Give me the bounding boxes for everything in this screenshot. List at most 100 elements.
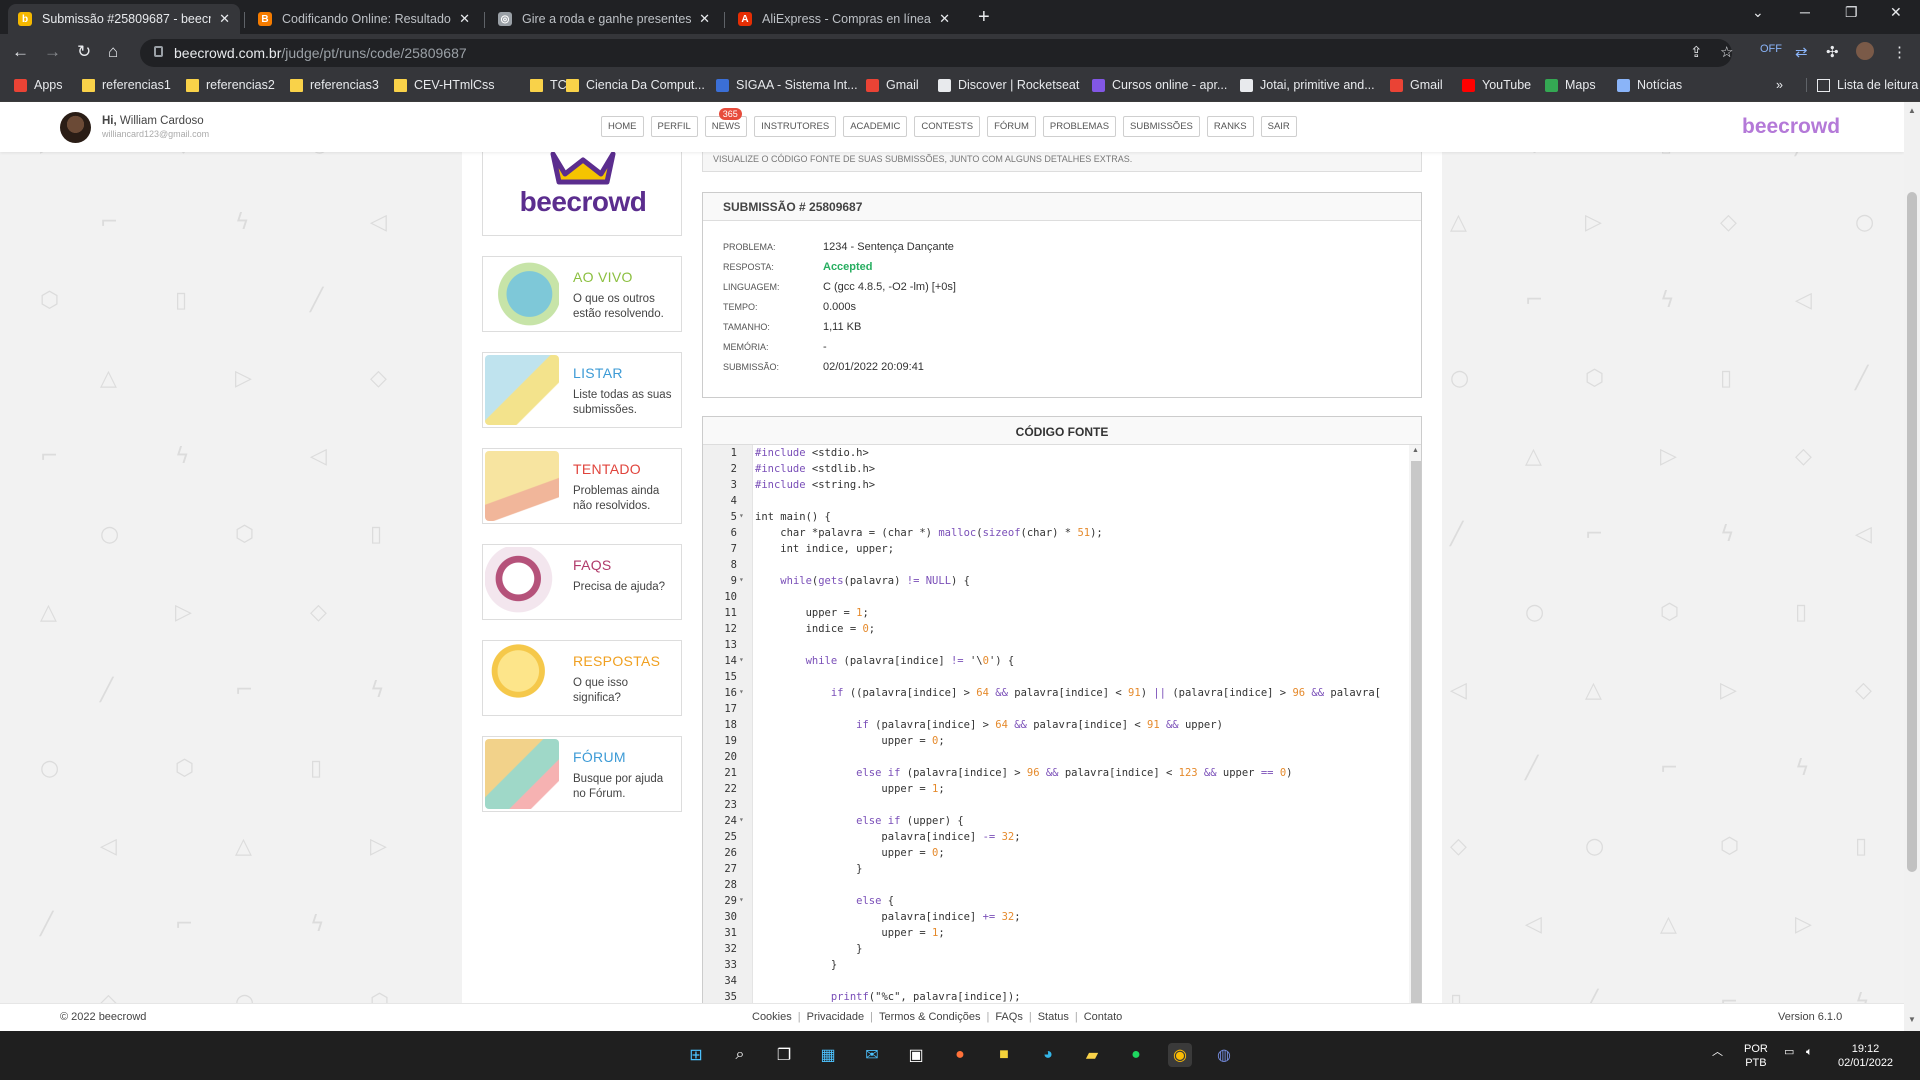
store-icon[interactable]: ▣: [904, 1043, 928, 1067]
nav-news[interactable]: NEWS 365: [704, 108, 748, 137]
fold-arrow-icon[interactable]: ▾: [739, 895, 744, 904]
nav-instrutores[interactable]: INSTRUTORES: [754, 116, 837, 137]
bookmark-0[interactable]: Apps: [14, 78, 63, 92]
bookmark-11[interactable]: Jotai, primitive and...: [1240, 78, 1375, 92]
mail-icon[interactable]: ✉: [860, 1043, 884, 1067]
menu-kebab-icon[interactable]: ⋮: [1892, 43, 1907, 61]
nav-submissões[interactable]: SUBMISSÕES: [1123, 116, 1200, 137]
spotify-icon[interactable]: ●: [1124, 1043, 1148, 1067]
nav-ranks[interactable]: RANKS: [1206, 116, 1254, 137]
language-indicator[interactable]: POR PTB: [1744, 1042, 1768, 1070]
fold-arrow-icon[interactable]: ▾: [739, 511, 744, 520]
bookmark-7[interactable]: SIGAA - Sistema Int...: [716, 78, 858, 92]
bookmark-14[interactable]: Maps: [1545, 78, 1596, 92]
home-icon[interactable]: ⌂: [108, 42, 118, 62]
footer-link-status[interactable]: Status: [1038, 1011, 1069, 1023]
sticky-notes-icon[interactable]: ■: [992, 1043, 1016, 1067]
fold-arrow-icon[interactable]: ▾: [739, 655, 744, 664]
nav-problemas[interactable]: PROBLEMAS: [1042, 116, 1117, 137]
browser-tab-1[interactable]: B Codificando Online: Resultados d ✕: [248, 4, 480, 34]
nav-fórum[interactable]: FÓRUM: [987, 116, 1036, 137]
bookmark-10[interactable]: Cursos online - apr...: [1092, 78, 1227, 92]
sidebar-logo[interactable]: beecrowd: [482, 151, 682, 236]
nav-home[interactable]: HOME: [601, 116, 644, 137]
page-scroll-down-icon[interactable]: ▼: [1908, 1015, 1916, 1024]
sidebar-item-fórum[interactable]: FÓRUM Busque por ajuda no Fórum.: [482, 736, 682, 812]
footer-link-faqs[interactable]: FAQs: [995, 1011, 1023, 1023]
footer-link-contato[interactable]: Contato: [1084, 1011, 1123, 1023]
editor-scrollbar[interactable]: ▲: [1409, 445, 1421, 1031]
page-scroll-thumb[interactable]: [1907, 192, 1917, 872]
profile-avatar-icon[interactable]: [1856, 42, 1874, 60]
browser-tab-0[interactable]: b Submissão #25809687 - beecrowd ✕: [8, 4, 240, 34]
fold-arrow-icon[interactable]: ▾: [739, 687, 744, 696]
extension-off-icon[interactable]: OFF: [1760, 43, 1782, 55]
bookmark-1[interactable]: referencias1: [82, 78, 171, 92]
tab-close-icon[interactable]: ✕: [219, 11, 230, 27]
editor-scroll-thumb[interactable]: [1411, 461, 1421, 1021]
firefox-icon[interactable]: ●: [948, 1043, 972, 1067]
browser-tab-2[interactable]: ◎ Gire a roda e ganhe presentes! C ✕: [488, 4, 720, 34]
avatar[interactable]: [60, 112, 91, 143]
volume-icon[interactable]: 🔈︎: [1806, 1045, 1813, 1059]
sidebar-item-tentado[interactable]: TENTADO Problemas ainda não resolvidos.: [482, 448, 682, 524]
tab-close-icon[interactable]: ✕: [459, 11, 470, 27]
bookmark-star-icon[interactable]: ☆: [1720, 43, 1733, 61]
back-icon[interactable]: ←: [12, 42, 29, 62]
start-icon[interactable]: ⊞: [684, 1043, 708, 1067]
bookmark-13[interactable]: YouTube: [1462, 78, 1531, 92]
code-editor[interactable]: 1 #include <stdio.h> 2 #include <stdlib.h> 3…: [703, 445, 1409, 1031]
sidebar-item-respostas[interactable]: RESPOSTAS O que isso significa?: [482, 640, 682, 716]
page-scrollbar[interactable]: ▲ ▼: [1904, 102, 1920, 1031]
fold-arrow-icon[interactable]: ▾: [739, 815, 744, 824]
tab-close-icon[interactable]: ✕: [939, 11, 950, 27]
reading-list-button[interactable]: Lista de leitura: [1806, 78, 1918, 92]
page-scroll-up-icon[interactable]: ▲: [1908, 106, 1916, 115]
tray-chevron-icon[interactable]: ︿: [1712, 1045, 1723, 1059]
chrome-icon[interactable]: ◉: [1168, 1043, 1192, 1067]
browser-tab-3[interactable]: A AliExpress - Compras en línea pa ✕: [728, 4, 960, 34]
restore-icon[interactable]: ❐: [1845, 4, 1858, 21]
extensions-icon[interactable]: ✣: [1826, 43, 1839, 61]
bookmark-9[interactable]: Discover | Rocketseat: [938, 78, 1079, 92]
tab-close-icon[interactable]: ✕: [699, 11, 710, 27]
scroll-up-icon[interactable]: ▲: [1412, 447, 1419, 454]
nav-sair[interactable]: SAIR: [1260, 116, 1297, 137]
bookmarks-more-button[interactable]: »: [1776, 78, 1783, 92]
bookmark-2[interactable]: referencias2: [186, 78, 275, 92]
bookmark-4[interactable]: CEV-HTmlCss: [394, 78, 495, 92]
nav-academic[interactable]: ACADEMIC: [843, 116, 908, 137]
nav-contests[interactable]: CONTESTS: [914, 116, 981, 137]
minimize-icon[interactable]: ─: [1800, 4, 1810, 20]
search-icon[interactable]: ⌕: [728, 1043, 752, 1067]
bookmark-6[interactable]: Ciencia Da Comput...: [566, 78, 705, 92]
close-window-icon[interactable]: ✕: [1890, 4, 1902, 21]
edge-icon[interactable]: ◕: [1036, 1043, 1060, 1067]
bookmark-3[interactable]: referencias3: [290, 78, 379, 92]
fold-arrow-icon[interactable]: ▾: [739, 575, 744, 584]
clock[interactable]: 19:12 02/01/2022: [1838, 1042, 1893, 1070]
sidebar-item-listar[interactable]: LISTAR Liste todas as suas submissões.: [482, 352, 682, 428]
sidebar-item-faqs[interactable]: FAQS Precisa de ajuda?: [482, 544, 682, 620]
footer-link-termos-condi-es[interactable]: Termos & Condições: [879, 1011, 981, 1023]
nav-perfil[interactable]: PERFIL: [650, 116, 698, 137]
bookmark-15[interactable]: Notícias: [1617, 78, 1682, 92]
translate-icon[interactable]: ⇄: [1795, 43, 1808, 61]
task-view-icon[interactable]: ❐: [772, 1043, 796, 1067]
footer-link-cookies[interactable]: Cookies: [752, 1011, 792, 1023]
network-icon[interactable]: ▭: [1784, 1045, 1794, 1059]
bookmark-12[interactable]: Gmail: [1390, 78, 1443, 92]
discord-icon[interactable]: ◍: [1212, 1043, 1236, 1067]
widgets-icon[interactable]: ▦: [816, 1043, 840, 1067]
new-tab-button[interactable]: +: [978, 6, 990, 29]
file-explorer-icon[interactable]: ▰: [1080, 1043, 1104, 1067]
tab-search-icon[interactable]: ⌄: [1752, 4, 1764, 21]
share-icon[interactable]: ⇪: [1690, 43, 1703, 61]
reload-icon[interactable]: ↻: [77, 42, 91, 62]
footer-link-privacidade[interactable]: Privacidade: [807, 1011, 864, 1023]
address-bar[interactable]: beecrowd.com.br/judge/pt/runs/code/25809…: [140, 39, 1732, 67]
sidebar-item-ao-vivo[interactable]: AO VIVO O que os outros estão resolvendo.: [482, 256, 682, 332]
forward-icon[interactable]: →: [44, 42, 61, 62]
brand-logo[interactable]: beecrowd: [1742, 115, 1840, 139]
bookmark-8[interactable]: Gmail: [866, 78, 919, 92]
